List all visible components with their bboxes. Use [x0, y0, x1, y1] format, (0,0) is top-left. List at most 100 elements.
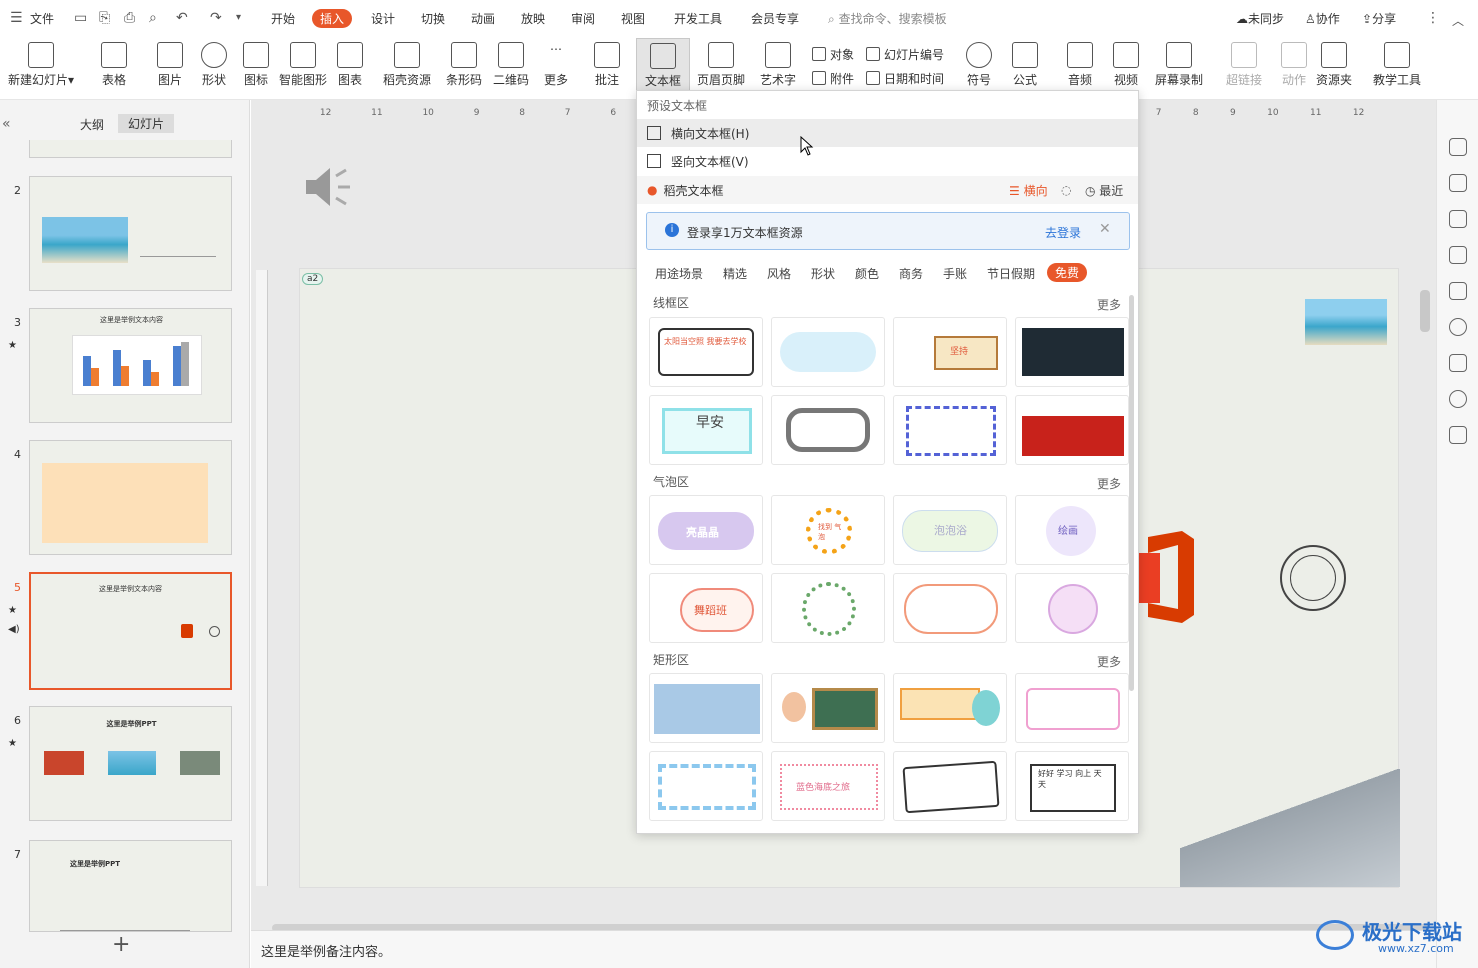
vertical-scrollbar[interactable]	[1420, 290, 1430, 332]
textbox-template-card[interactable]	[893, 673, 1007, 743]
audio-speaker-icon[interactable]	[302, 164, 354, 210]
image-edit-icon[interactable]	[1449, 282, 1467, 300]
textbox-template-card[interactable]: 坚持	[893, 317, 1007, 387]
qrcode-button[interactable]: 二维码	[491, 38, 531, 98]
help-icon[interactable]	[1449, 390, 1467, 408]
textbox-template-card[interactable]: 舞蹈班	[649, 573, 763, 643]
undo-icon[interactable]: ↶	[176, 10, 188, 26]
textbox-template-card[interactable]: 早安	[649, 395, 763, 465]
recent-button[interactable]: ◷ 最近	[1085, 182, 1123, 199]
datetime-button[interactable]: 日期和时间	[866, 66, 944, 90]
hyperlink-button[interactable]: 超链接	[1224, 38, 1264, 98]
office-logo[interactable]	[1138, 531, 1194, 623]
category-tab[interactable]: 颜色	[855, 265, 879, 282]
category-tab[interactable]: 风格	[767, 265, 791, 282]
collab-button[interactable]: ♙协作	[1305, 10, 1340, 27]
file-menu[interactable]: 文件	[30, 10, 54, 27]
textbox-template-card[interactable]	[1015, 395, 1129, 465]
video-button[interactable]: 视频	[1109, 38, 1143, 98]
textbox-template-card[interactable]	[771, 573, 885, 643]
textbox-template-card[interactable]	[649, 673, 763, 743]
comment-button[interactable]: 批注	[593, 38, 621, 98]
textbox-template-card[interactable]: 绘画	[1015, 495, 1129, 565]
resource-folder-button[interactable]: 资源夹	[1315, 38, 1353, 98]
feedback-icon[interactable]: ◌	[1061, 183, 1071, 197]
close-icon[interactable]: ✕	[1099, 221, 1111, 237]
notes-pane[interactable]: 这里是举例备注内容。	[251, 930, 1436, 968]
orientation-toggle[interactable]: ☰ 横向	[1009, 182, 1048, 199]
beach-picture[interactable]	[1305, 299, 1387, 345]
textbox-template-card[interactable]	[1015, 573, 1129, 643]
circle-shape[interactable]	[1280, 545, 1346, 611]
add-slide-icon[interactable]: +	[112, 932, 130, 957]
category-tab[interactable]: 手账	[943, 265, 967, 282]
slide-thumb-5[interactable]: 这里是举例文本内容	[29, 572, 232, 690]
more-link[interactable]: 更多	[1097, 653, 1121, 670]
command-search[interactable]: ⌕ 查找命令、搜索模板	[828, 10, 947, 27]
horizontal-textbox-item[interactable]: 横向文本框(H)	[637, 119, 1138, 147]
screen-record-button[interactable]: 屏幕录制	[1154, 38, 1204, 98]
tab-transition[interactable]: 切换	[421, 10, 445, 27]
textbox-template-card[interactable]	[893, 573, 1007, 643]
daoke-resource-button[interactable]: 稻壳资源	[381, 38, 433, 98]
wordart-button[interactable]: 艺术字	[755, 38, 801, 98]
textbox-template-card[interactable]: 找到 气泡	[771, 495, 885, 565]
category-tab[interactable]: 形状	[811, 265, 835, 282]
slide-thumb-6[interactable]: 这里是举例PPT	[29, 706, 232, 821]
textbox-template-card[interactable]: 好好 学习 向上 天天	[1015, 751, 1129, 821]
textbox-template-card[interactable]	[771, 317, 885, 387]
login-link[interactable]: 去登录	[1045, 224, 1081, 241]
comment-badge[interactable]: a2	[302, 273, 324, 285]
share-button[interactable]: ⇪分享	[1362, 10, 1396, 27]
audio-button[interactable]: 音频	[1063, 38, 1097, 98]
category-tab[interactable]: 节日假期	[987, 265, 1035, 282]
slide-thumb-7[interactable]: 这里是举例PPT	[29, 840, 232, 932]
formula-button[interactable]: 公式	[1008, 38, 1042, 98]
more-options-icon[interactable]: ⋮	[1426, 10, 1440, 26]
sync-status[interactable]: ☁未同步	[1236, 10, 1284, 27]
slide-thumb-2[interactable]	[29, 176, 232, 291]
location-icon[interactable]	[1449, 318, 1467, 336]
textbox-template-card[interactable]: 泡泡浴	[893, 495, 1007, 565]
tab-design[interactable]: 设计	[371, 10, 395, 27]
textbox-template-card[interactable]: 太阳当空照 我要去学校	[649, 317, 763, 387]
preview-icon[interactable]: ⌕	[149, 10, 157, 26]
sliders-icon[interactable]	[1449, 174, 1467, 192]
star-icon[interactable]	[1449, 210, 1467, 228]
tab-slideshow[interactable]: 放映	[521, 10, 545, 27]
textbox-button[interactable]: 文本框	[636, 38, 690, 98]
picture-button[interactable]: 图片	[152, 38, 188, 98]
print-icon[interactable]: ⎙	[124, 10, 135, 26]
attachment-button[interactable]: 附件	[812, 66, 854, 90]
tab-member[interactable]: 会员专享	[751, 10, 799, 27]
slide-thumb-1[interactable]	[29, 140, 232, 158]
more-link[interactable]: 更多	[1097, 296, 1121, 313]
smartart-button[interactable]: 智能图形	[278, 38, 328, 98]
save-icon[interactable]: ▭	[74, 10, 87, 26]
chart-button[interactable]: 图表	[336, 38, 364, 98]
icon-button[interactable]: 图标	[240, 38, 272, 98]
pin-icon[interactable]	[1449, 138, 1467, 156]
tab-slides[interactable]: 幻灯片	[118, 114, 175, 133]
redo-icon[interactable]: ↷	[210, 10, 222, 26]
tab-review[interactable]: 审阅	[571, 10, 595, 27]
textbox-template-card[interactable]	[771, 395, 885, 465]
category-tab[interactable]: 精选	[723, 265, 747, 282]
header-footer-button[interactable]: 页眉页脚	[696, 38, 746, 98]
shape-button[interactable]: 形状	[196, 38, 232, 98]
tab-developer[interactable]: 开发工具	[674, 10, 722, 27]
dropdown-scrollbar[interactable]	[1129, 295, 1134, 691]
book-icon[interactable]	[1449, 354, 1467, 372]
symbol-button[interactable]: 符号	[962, 38, 996, 98]
barcode-button[interactable]: 条形码	[444, 38, 484, 98]
category-tab-active[interactable]: 免费	[1047, 263, 1088, 282]
object-button[interactable]: 对象	[812, 42, 854, 66]
slide-thumb-3[interactable]: 这里是举例文本内容	[29, 308, 232, 423]
textbox-template-card[interactable]: 蓝色海底之旅	[771, 751, 885, 821]
new-slide-button[interactable]: 新建幻灯片▾	[6, 38, 76, 98]
slide-thumb-4[interactable]	[29, 440, 232, 555]
textbox-template-card[interactable]	[649, 751, 763, 821]
textbox-template-card[interactable]	[893, 395, 1007, 465]
slide-number-button[interactable]: 幻灯片编号	[866, 42, 944, 66]
chat-icon[interactable]	[1449, 246, 1467, 264]
